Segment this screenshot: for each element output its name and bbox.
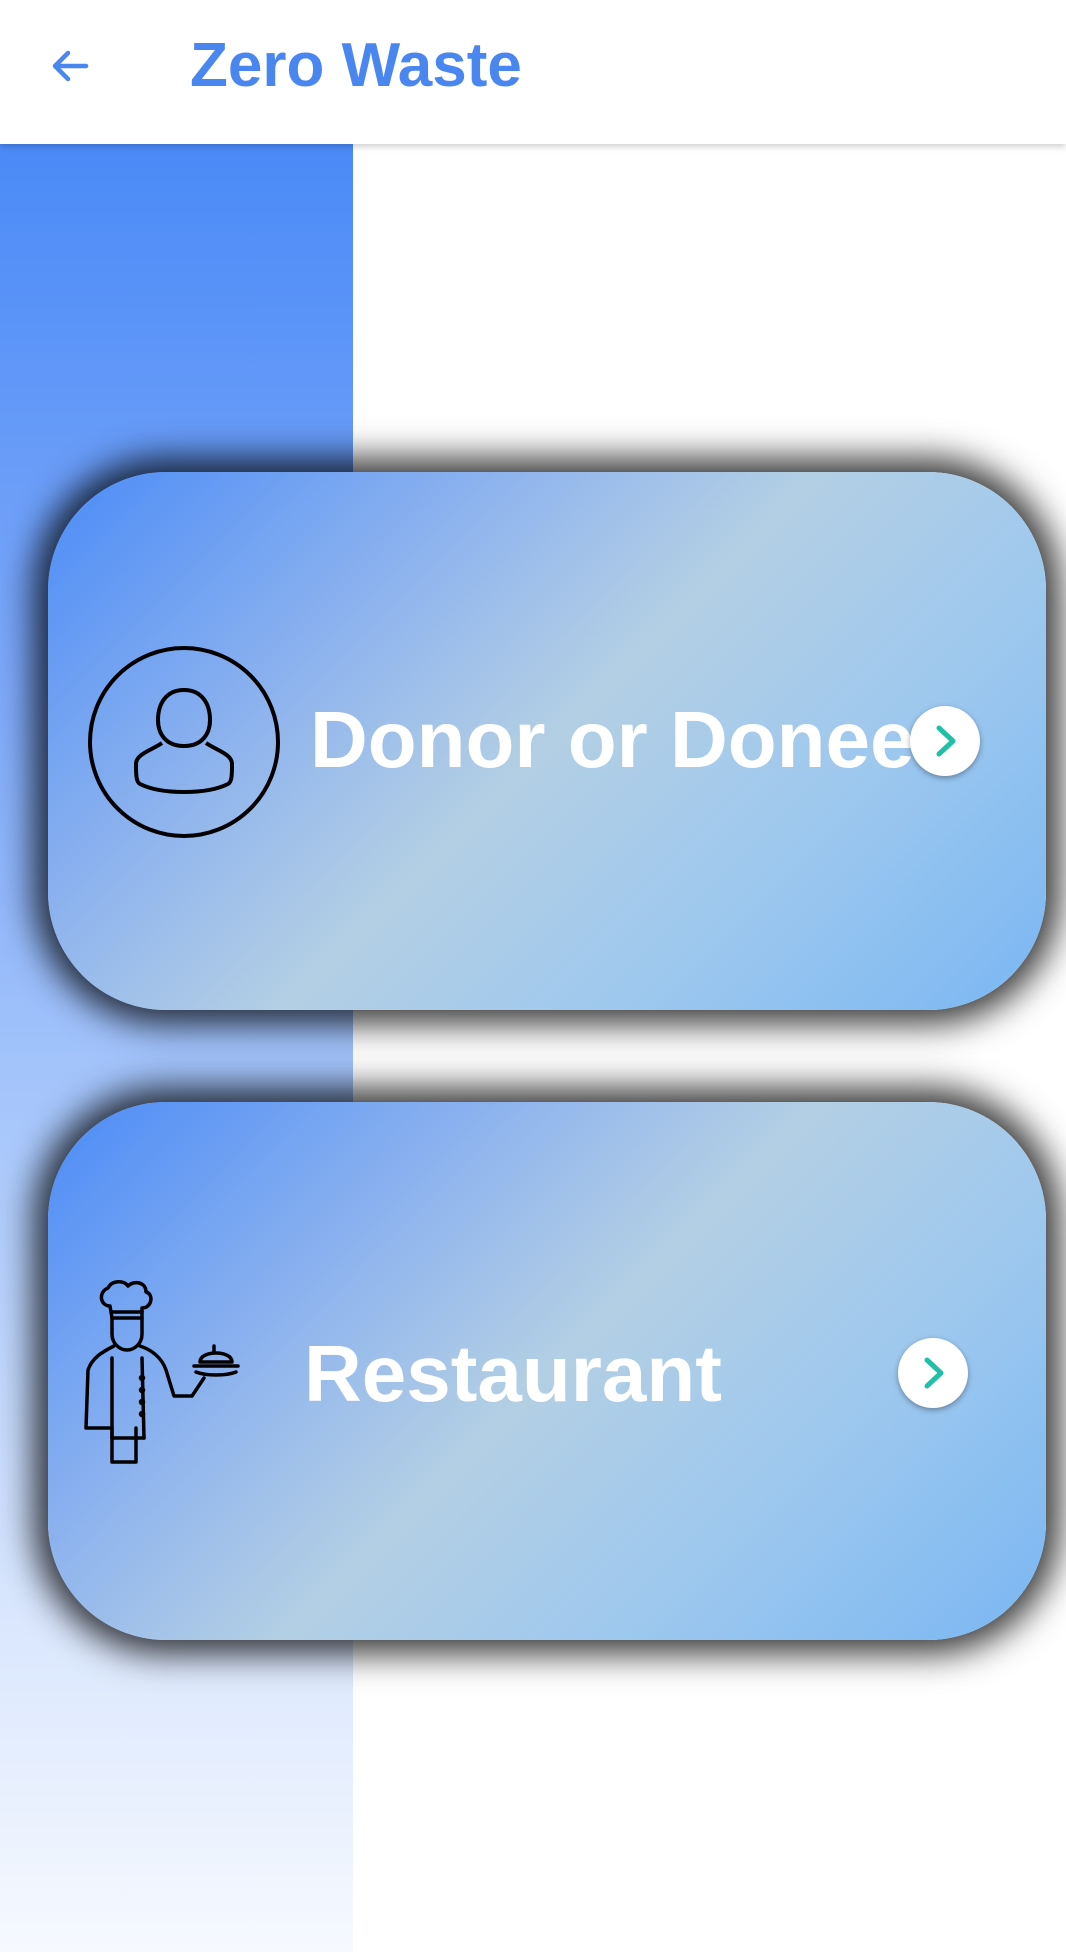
background-stripe xyxy=(0,144,353,1952)
chevron-right-icon xyxy=(924,1357,944,1389)
restaurant-label: Restaurant xyxy=(304,1329,722,1418)
donor-or-donee-card[interactable]: Donor or Donee xyxy=(48,472,1046,1010)
back-button[interactable] xyxy=(30,26,110,106)
arrow-left-icon xyxy=(52,50,89,82)
donor-or-donee-chevron-button[interactable] xyxy=(910,706,980,776)
donor-or-donee-label: Donor or Donee xyxy=(310,695,915,784)
restaurant-chevron-button[interactable] xyxy=(898,1338,968,1408)
restaurant-card[interactable]: Restaurant xyxy=(48,1102,1046,1640)
app-bar: Zero Waste xyxy=(0,0,1066,144)
chevron-right-icon xyxy=(936,725,956,757)
app-title: Zero Waste xyxy=(190,31,522,100)
chef-icon xyxy=(84,1280,240,1464)
user-circle-icon xyxy=(88,646,280,838)
